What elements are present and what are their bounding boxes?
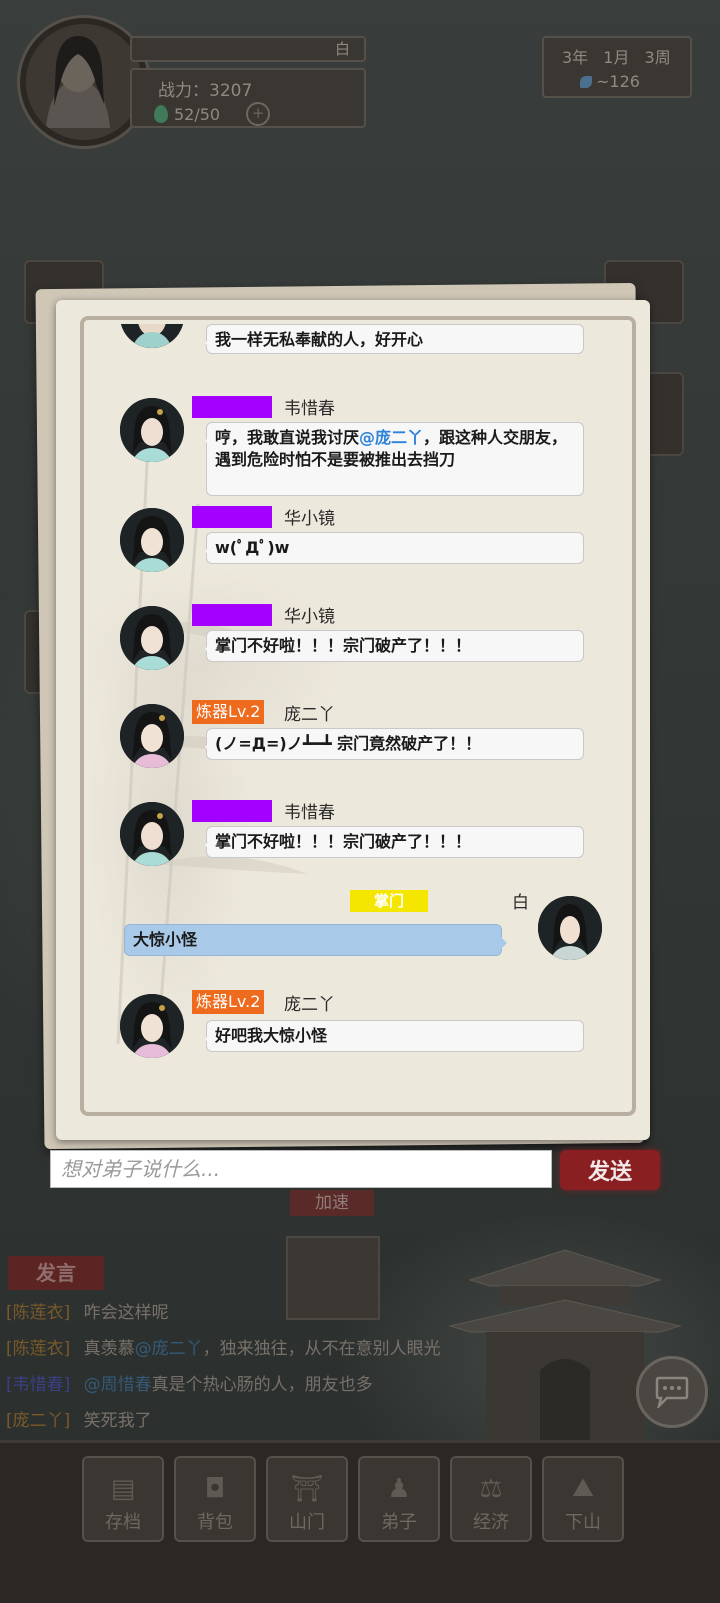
message-bubble: w(ﾟДﾟ)w — [205, 532, 584, 564]
log-line: [陈莲衣] 真羡慕@庞二丫，独来独往，从不在意别人眼光 — [6, 1334, 441, 1359]
log-text: 真是个热心肠的人，朋友也多 — [151, 1375, 373, 1395]
sect-badge — [192, 396, 272, 418]
nav-label: 弟子 — [381, 1512, 417, 1533]
chat-bubble-icon — [655, 1376, 689, 1408]
speak-tab[interactable]: 发言 — [8, 1256, 104, 1290]
mountain-icon: ⛰ — [572, 1473, 594, 1503]
nav-disciple-button[interactable]: ♟ 弟子 — [358, 1456, 440, 1542]
log-mention: @庞二丫 — [134, 1339, 203, 1359]
log-speaker: [陈莲衣] — [6, 1339, 71, 1359]
spirit-stone-row: ~126 — [580, 72, 640, 91]
player-name: 白 — [334, 40, 350, 58]
game-date: 3年 1月 3周 — [562, 48, 671, 67]
nav-economy-button[interactable]: ⚖ 经济 — [450, 1456, 532, 1542]
message-bubble: (ノ=Д=)ノ┻━┻ 宗门竟然破产了！！ — [205, 728, 584, 760]
sect-master-badge: 掌门 — [350, 890, 428, 912]
spirit-stone-icon — [580, 75, 592, 88]
sender-name: 白 — [512, 893, 529, 913]
stamina-row: 52/50 + — [154, 102, 271, 126]
player-name-bar: 白 — [130, 36, 366, 62]
speed-up-button[interactable]: 加速 — [290, 1190, 374, 1216]
message-bubble: 哼，我敢直说我讨厌@庞二丫，跟这种人交朋友，遇到危险时怕不是要被推出去挡刀 — [205, 422, 584, 496]
disciple-icon: ♟ — [387, 1474, 411, 1504]
nav-save-button[interactable]: ▤ 存档 — [82, 1456, 164, 1542]
hall-building[interactable] — [286, 1236, 380, 1320]
nav-leave-button[interactable]: ⛰ 下山 — [542, 1456, 624, 1542]
bag-icon: ◘ — [204, 1474, 226, 1504]
log-text: 咋会这样呢 — [83, 1303, 169, 1323]
message-text: 哼，我敢直说我讨厌 — [215, 428, 360, 447]
nav-label: 经济 — [473, 1512, 509, 1533]
send-button[interactable]: 发送 — [560, 1150, 660, 1190]
log-speaker: [庞二丫] — [6, 1411, 71, 1431]
add-stamina-button[interactable]: + — [246, 102, 271, 126]
date-panel: 3年 1月 3周 ~126 — [542, 36, 692, 98]
log-line: [庞二丫] 笑死我了 — [6, 1406, 152, 1431]
sect-badge — [192, 604, 272, 626]
sender-avatar[interactable] — [120, 606, 184, 670]
skill-level-badge: 炼器Lv.2 — [192, 990, 265, 1014]
nav-label: 存档 — [105, 1512, 141, 1533]
spirit-stone-value: ~126 — [596, 72, 640, 91]
power-panel: 战力：3207 52/50 + — [130, 68, 366, 128]
log-line: [陈莲衣] 咋会这样呢 — [6, 1298, 169, 1323]
sender-avatar[interactable] — [120, 324, 184, 348]
log-text: ，独来独往，从不在意别人眼光 — [202, 1339, 441, 1359]
log-speaker: [韦惜春] — [6, 1375, 71, 1395]
sender-name: 华小镜 — [284, 509, 335, 529]
sender-avatar[interactable] — [120, 994, 184, 1058]
sender-avatar[interactable] — [120, 704, 184, 768]
gate-icon: ⛩ — [290, 1474, 324, 1504]
message-bubble: 掌门不好啦！！！宗门破产了！！！ — [205, 826, 584, 858]
nav-label: 山门 — [289, 1512, 325, 1533]
message-bubble: 我一样无私奉献的人，好开心 — [205, 324, 584, 354]
economy-icon: ⚖ — [479, 1474, 503, 1504]
sender-avatar[interactable] — [120, 398, 184, 462]
skill-level-badge: 炼器Lv.2 — [192, 700, 265, 724]
message-bubble: 掌门不好啦！！！宗门破产了！！！ — [205, 630, 584, 662]
combat-power: 战力：3207 — [158, 81, 253, 101]
sender-avatar[interactable] — [120, 802, 184, 866]
log-text: 真羡慕 — [83, 1339, 135, 1359]
sect-badge — [192, 506, 272, 528]
chat-message-input[interactable] — [50, 1150, 552, 1188]
mention-link[interactable]: @庞二丫 — [359, 428, 423, 447]
nav-bag-button[interactable]: ◘ 背包 — [174, 1456, 256, 1542]
nav-label: 下山 — [565, 1512, 601, 1533]
sender-name: 庞二丫 — [284, 705, 335, 725]
stamina-drop-icon — [154, 105, 168, 123]
sect-badge — [192, 800, 272, 822]
log-text: 笑死我了 — [83, 1411, 152, 1431]
log-mention: @周惜春 — [83, 1375, 152, 1395]
nav-label: 背包 — [197, 1512, 233, 1533]
sender-avatar[interactable] — [120, 508, 184, 572]
sender-name: 华小镜 — [284, 607, 335, 627]
player-avatar[interactable] — [20, 18, 148, 146]
chat-toggle-button[interactable] — [636, 1356, 708, 1428]
message-bubble: 好吧我大惊小怪 — [205, 1020, 584, 1052]
sender-name: 庞二丫 — [284, 995, 335, 1015]
sender-name: 韦惜春 — [284, 803, 335, 823]
nav-gate-button[interactable]: ⛩ 山门 — [266, 1456, 348, 1542]
sender-name: 韦惜春 — [284, 399, 335, 419]
log-line: [韦惜春] @周惜春真是个热心肠的人，朋友也多 — [6, 1370, 373, 1395]
message-bubble: 大惊小怪 — [124, 924, 507, 956]
log-speaker: [陈莲衣] — [6, 1303, 71, 1323]
scroll-icon: ▤ — [110, 1474, 136, 1504]
self-avatar[interactable] — [538, 896, 602, 960]
stamina-value: 52/50 — [174, 104, 221, 124]
chat-message-list[interactable]: 我一样无私奉献的人，好开心 韦惜春 哼，我敢直说我讨厌@庞二丫，跟这种人交朋友，… — [88, 324, 628, 1108]
